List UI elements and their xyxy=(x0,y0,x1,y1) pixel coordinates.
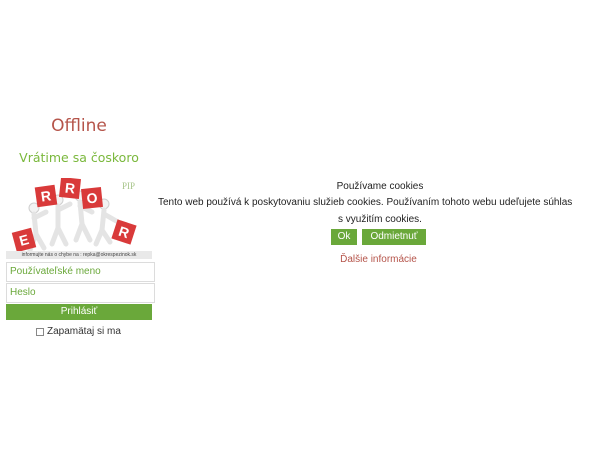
pip-badge: PIP xyxy=(122,181,136,191)
svg-text:R: R xyxy=(64,180,76,197)
username-input[interactable]: Používateľské meno xyxy=(6,262,155,282)
cookie-reject-button[interactable]: Odmietnuť xyxy=(362,229,426,245)
cookie-more-info-link[interactable]: Ďalšie informácie xyxy=(160,254,597,265)
login-button[interactable]: Prihlásiť xyxy=(6,304,152,320)
remember-checkbox[interactable] xyxy=(36,327,44,336)
offline-subtitle: Vrátime sa čoskoro xyxy=(19,150,139,165)
offline-title: Offline xyxy=(51,116,107,136)
offline-page: Offline Vrátime sa čoskoro E R R O R PIP… xyxy=(0,0,600,450)
remember-me[interactable]: Zapamätaj si ma xyxy=(36,326,121,337)
cookie-text-line2: s využitím cookies. xyxy=(338,214,422,225)
cookie-ok-button[interactable]: Ok xyxy=(331,229,357,245)
svg-text:O: O xyxy=(86,189,99,206)
cookie-text-line1: Tento web používá k poskytovaniu služieb… xyxy=(158,197,573,208)
password-input[interactable]: Heslo xyxy=(6,283,155,303)
cookie-title: Používame cookies xyxy=(336,181,424,192)
remember-label: Zapamätaj si ma xyxy=(47,326,121,337)
contact-strip: informujte nás o chybe na : repka@okresp… xyxy=(6,251,152,259)
